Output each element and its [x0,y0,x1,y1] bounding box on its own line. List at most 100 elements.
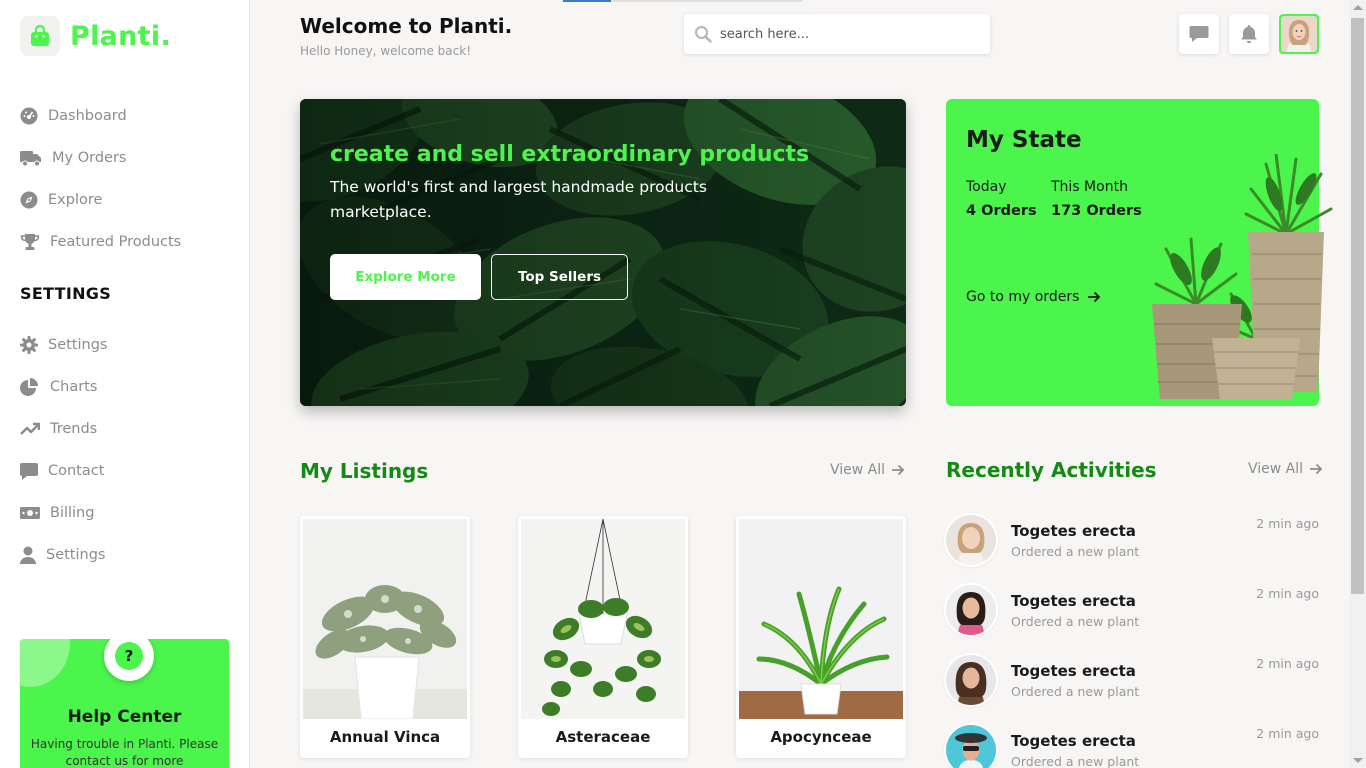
trophy-icon [20,234,40,250]
logo[interactable]: Planti. [20,16,171,56]
month-label: This Month [1051,179,1128,195]
potted-plants-illustration [1152,154,1333,400]
avatar [946,585,996,635]
settings-heading: SETTINGS [20,284,112,303]
page-title: Welcome to Planti. [300,14,513,38]
page-subtitle: Hello Honey, welcome back! [300,44,471,58]
search-box [684,14,990,54]
listing-name: Annual Vinca [329,728,441,746]
sidebar: Planti. Dashboard My Orders Explore Feat… [0,0,250,768]
activity-item[interactable]: Togetes erecta Ordered a new plant 2 min… [946,655,1319,715]
scroll-down-arrow-icon[interactable] [1353,758,1363,763]
arrow-right-icon [1088,291,1101,303]
sidebar-item-account-settings[interactable]: Settings [20,534,107,576]
listings-view-all-link[interactable]: View All [830,462,905,478]
sidebar-item-label: Settings [48,337,108,353]
sidebar-item-label: Featured Products [50,234,182,250]
sidebar-item-label: Trends [50,421,98,437]
avatar [946,655,996,705]
sidebar-item-explore[interactable]: Explore [20,179,181,221]
go-to-orders-link[interactable]: Go to my orders [966,289,1101,305]
sidebar-item-label: Settings [46,547,106,563]
avatar [946,725,996,768]
activities-view-all-link[interactable]: View All [1248,461,1323,477]
settings-nav: Settings Charts Trends Contact Billing S… [20,324,107,576]
gear-icon [20,336,38,354]
truck-icon [20,151,41,167]
decorative-blob [20,639,70,687]
month-orders: 173 Orders [1051,203,1142,219]
pie-chart-icon [20,378,38,396]
activity-description: Ordered a new plant [1011,754,1140,768]
arrow-right-icon [892,464,905,476]
activity-name: Togetes erecta [1011,732,1136,750]
dashboard-gauge-icon [20,107,38,125]
explore-more-button[interactable]: Explore More [330,254,481,300]
sidebar-item-my-orders[interactable]: My Orders [20,137,181,179]
my-listings-title: My Listings [300,459,429,483]
hero-banner: create and sell extraordinary products T… [300,99,906,406]
chat-bubble-icon [20,463,38,480]
sidebar-item-billing[interactable]: Billing [20,492,107,534]
help-center-text: Having trouble in Planti. Please contact… [30,737,219,768]
search-icon [695,26,712,43]
question-icon[interactable]: ? [104,639,154,681]
listing-name: Asteraceae [555,728,651,746]
avatar [946,515,996,565]
sidebar-item-trends[interactable]: Trends [20,408,107,450]
sidebar-item-charts[interactable]: Charts [20,366,107,408]
view-all-label: View All [1248,461,1304,477]
sidebar-item-label: Billing [50,505,95,521]
scrollbar-thumb[interactable] [1351,18,1364,594]
activity-item[interactable]: Togetes erecta Ordered a new plant 2 min… [946,515,1319,575]
hero-subtitle: The world's first and largest handmade p… [330,178,707,221]
avatar [1281,16,1317,52]
help-center-card: ? Help Center Having trouble in Planti. … [20,639,229,768]
go-to-orders-label: Go to my orders [966,289,1080,305]
listing-name: Apocynceae [770,728,872,746]
trend-up-icon [20,422,40,435]
my-state-title: My State [966,127,1082,153]
listing-card[interactable]: Apocynceae [736,516,906,758]
recent-activities-title: Recently Activities [946,458,1157,482]
sidebar-item-label: Contact [48,463,105,479]
sidebar-item-label: Dashboard [48,108,127,124]
sidebar-item-label: My Orders [52,150,127,166]
activity-time: 2 min ago [1256,586,1319,601]
messages-button[interactable] [1179,14,1219,54]
shopping-bag-icon [20,16,60,56]
main-nav: Dashboard My Orders Explore Featured Pro… [20,95,181,263]
money-bill-icon [20,507,40,519]
plant-image [739,519,903,719]
activity-name: Togetes erecta [1011,662,1136,680]
activity-time: 2 min ago [1256,516,1319,531]
search-input[interactable] [720,26,970,42]
sidebar-item-settings[interactable]: Settings [20,324,107,366]
activity-name: Togetes erecta [1011,522,1136,540]
top-progress-line [563,0,803,2]
activity-time: 2 min ago [1256,726,1319,741]
view-all-label: View All [830,462,886,478]
listing-card[interactable]: Asteraceae [518,516,688,758]
sidebar-item-dashboard[interactable]: Dashboard [20,95,181,137]
notifications-button[interactable] [1229,14,1269,54]
today-label: Today [966,179,1007,195]
sidebar-item-label: Explore [48,192,103,208]
activity-time: 2 min ago [1256,656,1319,671]
sidebar-item-label: Charts [50,379,98,395]
logo-text: Planti. [70,20,172,52]
sidebar-item-featured-products[interactable]: Featured Products [20,221,181,263]
user-avatar-button[interactable] [1279,14,1319,54]
user-icon [20,546,36,564]
activity-item[interactable]: Togetes erecta Ordered a new plant 2 min… [946,585,1319,645]
scroll-up-arrow-icon[interactable] [1353,5,1363,10]
my-state-card: My State Today 4 Orders This Month 173 O… [946,99,1333,406]
sidebar-item-contact[interactable]: Contact [20,450,107,492]
activity-item[interactable]: Togetes erecta Ordered a new plant 2 min… [946,725,1319,768]
top-sellers-button[interactable]: Top Sellers [491,254,628,300]
plant-image [303,519,467,719]
listing-card[interactable]: Annual Vinca [300,516,470,758]
activity-description: Ordered a new plant [1011,544,1140,559]
plant-image [521,519,685,719]
help-center-title: Help Center [67,707,182,727]
